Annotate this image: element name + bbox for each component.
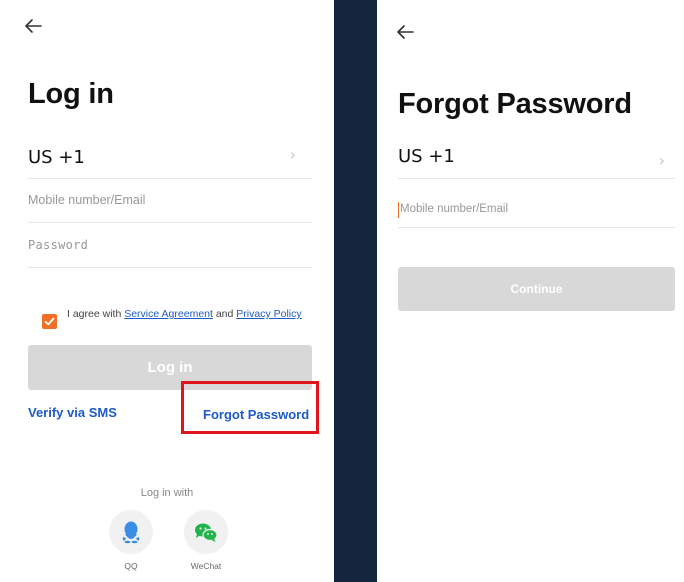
- mobile-email-field[interactable]: [28, 183, 312, 223]
- country-selector[interactable]: US +1 ›: [28, 143, 312, 179]
- qq-label: QQ: [124, 561, 138, 571]
- chevron-right-icon: ›: [658, 151, 665, 170]
- forgot-password-screen: Forgot Password US +1 › Continue: [377, 8, 684, 582]
- qq-penguin-icon: [109, 510, 153, 554]
- qq-login-button[interactable]: QQ: [109, 510, 153, 571]
- mobile-email-field[interactable]: [398, 190, 677, 228]
- chevron-right-icon: ›: [289, 145, 296, 164]
- wechat-label: WeChat: [190, 561, 222, 571]
- agree-checkbox[interactable]: [42, 314, 57, 329]
- continue-button[interactable]: Continue: [398, 267, 675, 311]
- text-cursor: [398, 202, 399, 218]
- country-code: US +1: [28, 147, 85, 168]
- wechat-icon: [184, 510, 228, 554]
- mobile-email-input[interactable]: [28, 193, 312, 207]
- password-field[interactable]: [28, 228, 312, 268]
- mobile-email-input[interactable]: [400, 203, 677, 215]
- page-title: Log in: [28, 78, 114, 110]
- service-agreement-link[interactable]: Service Agreement: [124, 308, 213, 320]
- back-arrow-icon[interactable]: [24, 18, 42, 34]
- divider-panel: [334, 0, 377, 582]
- login-screen: Log in US +1 › I agree with Service Agre…: [0, 0, 334, 582]
- page-title: Forgot Password: [398, 88, 632, 120]
- verify-sms-link[interactable]: Verify via SMS: [28, 405, 117, 420]
- wechat-login-button[interactable]: WeChat: [184, 510, 228, 571]
- password-input[interactable]: [28, 238, 312, 252]
- agreement-text: I agree with Service Agreement and Priva…: [67, 308, 302, 320]
- privacy-policy-link[interactable]: Privacy Policy: [236, 308, 301, 320]
- country-selector[interactable]: US +1 ›: [398, 141, 675, 179]
- country-code: US +1: [398, 146, 455, 167]
- login-with-label: Log in with: [140, 487, 194, 499]
- forgot-password-highlight: [181, 381, 319, 434]
- back-arrow-icon[interactable]: [396, 24, 414, 40]
